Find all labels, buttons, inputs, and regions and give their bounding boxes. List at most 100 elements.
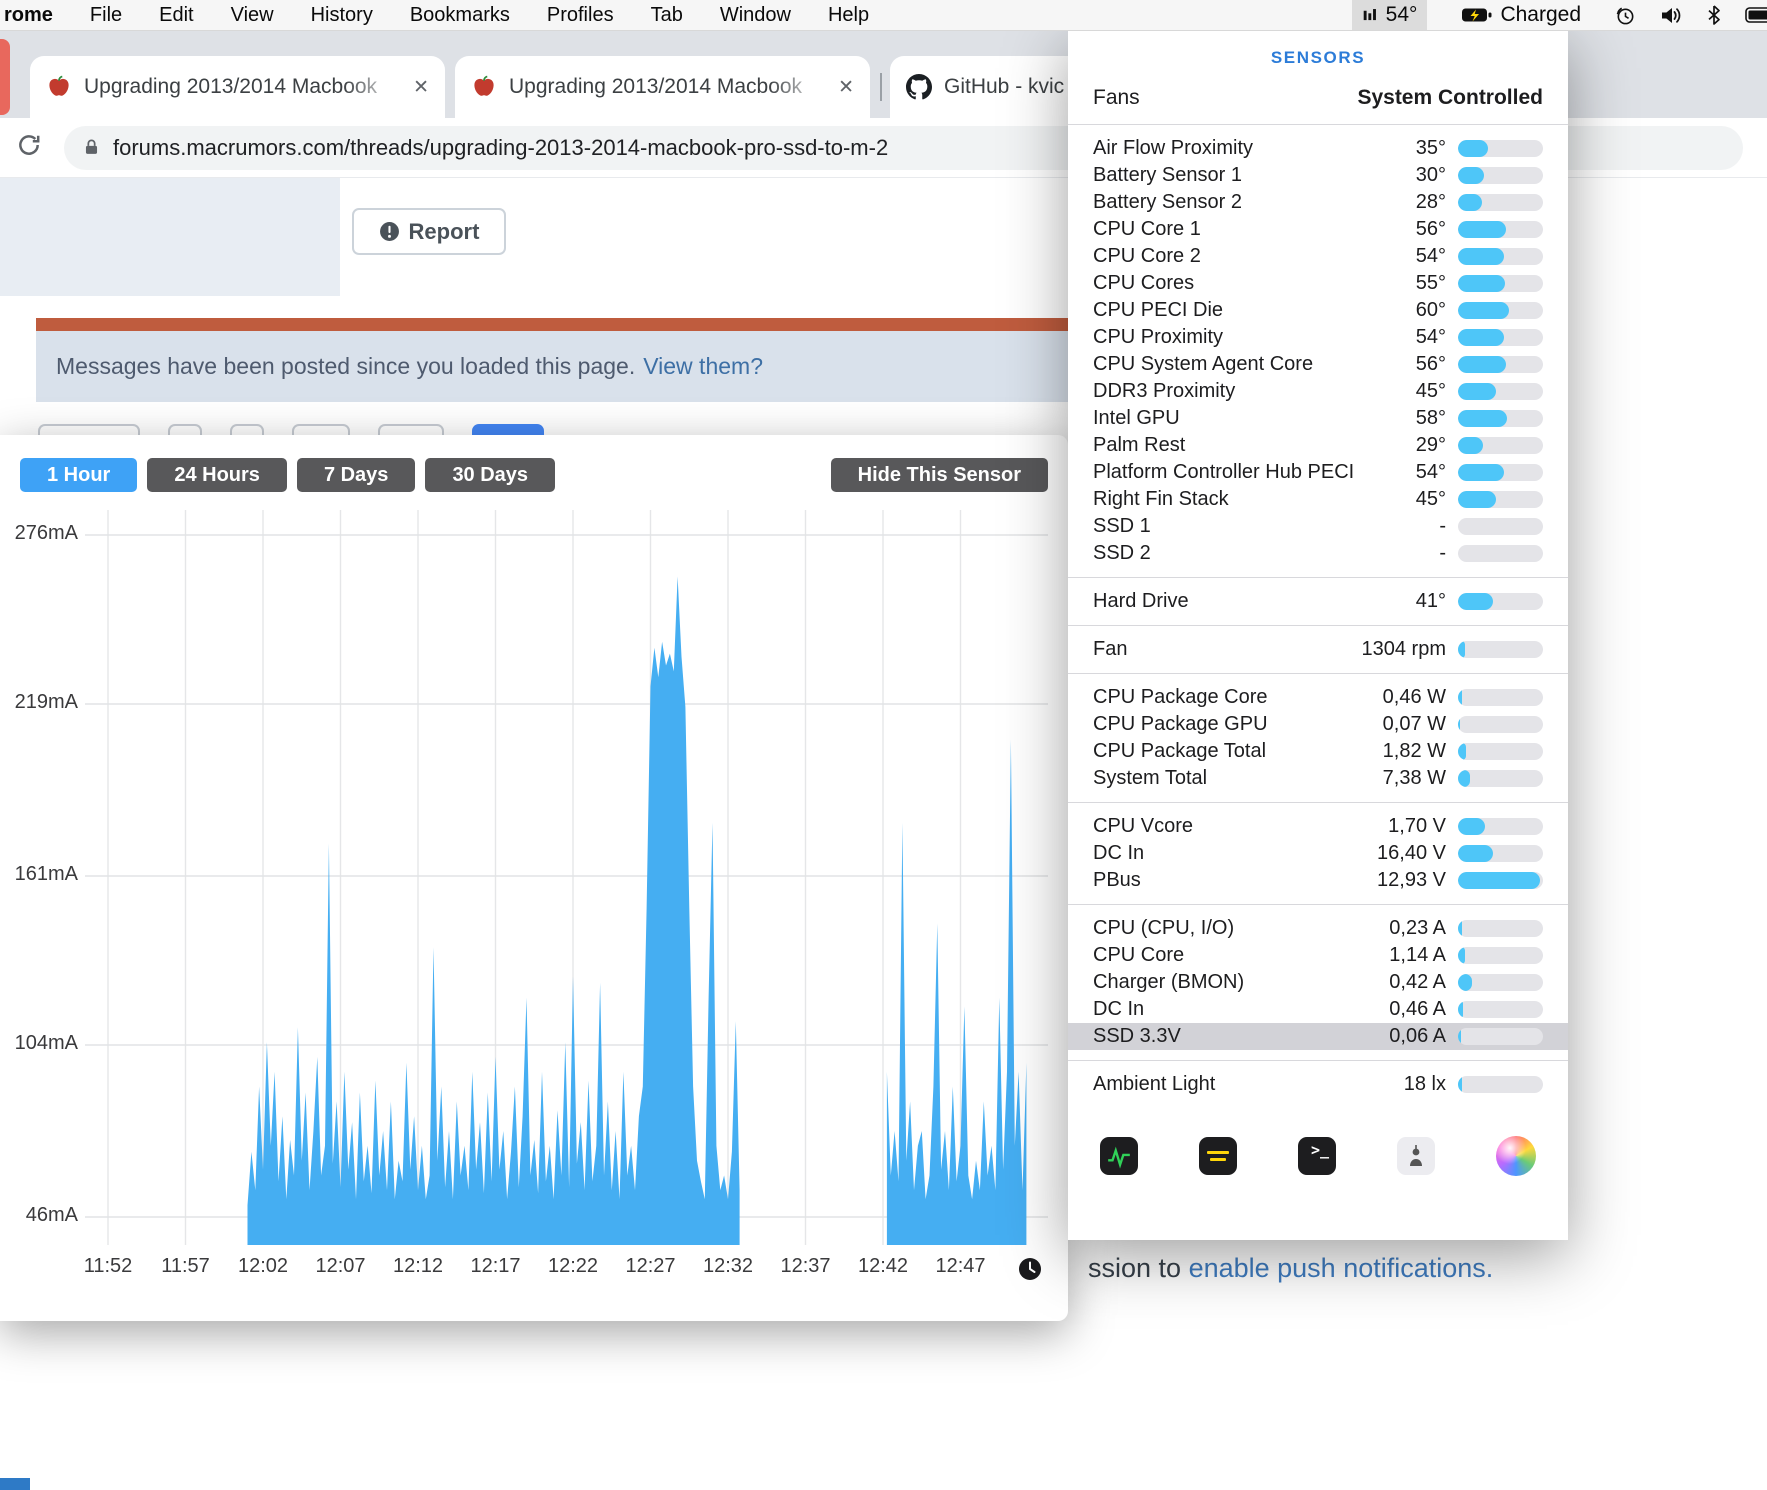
report-button[interactable]: Report bbox=[352, 208, 506, 255]
y-tick-label: 276mA bbox=[14, 522, 78, 544]
view-them-link[interactable]: View them? bbox=[643, 353, 763, 380]
sensor-row-cpu-proximity[interactable]: CPU Proximity 54° bbox=[1068, 324, 1568, 351]
sensor-row-dc-in[interactable]: DC In 16,40 V bbox=[1068, 840, 1568, 867]
battery-status-menu[interactable]: Charged bbox=[1451, 0, 1591, 30]
menu-edit[interactable]: Edit bbox=[159, 4, 193, 27]
bluetooth-icon[interactable] bbox=[1707, 5, 1721, 25]
menu-profiles[interactable]: Profiles bbox=[547, 4, 614, 27]
menu-view[interactable]: View bbox=[231, 4, 274, 27]
lock-icon bbox=[82, 138, 101, 157]
istat-activity-icon[interactable] bbox=[1100, 1137, 1138, 1175]
menu-bookmarks[interactable]: Bookmarks bbox=[410, 4, 510, 27]
terminal-icon[interactable]: >_ bbox=[1298, 1137, 1336, 1175]
sensor-gauge-fill bbox=[1458, 221, 1506, 238]
sensor-gauge bbox=[1458, 437, 1543, 454]
sensor-row-ddr3-proximity[interactable]: DDR3 Proximity 45° bbox=[1068, 378, 1568, 405]
sensor-row-air-flow-proximity[interactable]: Air Flow Proximity 35° bbox=[1068, 135, 1568, 162]
sensor-gauge-fill bbox=[1458, 716, 1460, 733]
sensor-row-cpu-package-total[interactable]: CPU Package Total 1,82 W bbox=[1068, 738, 1568, 765]
sensor-gauge bbox=[1458, 947, 1543, 964]
menubar-battery-label: Charged bbox=[1500, 3, 1581, 26]
sensor-value: 0,23 A bbox=[1389, 917, 1446, 939]
new-messages-notice: Messages have been posted since you load… bbox=[36, 331, 1068, 402]
sensor-row-intel-gpu[interactable]: Intel GPU 58° bbox=[1068, 405, 1568, 432]
enable-push-notifications-link[interactable]: enable push notifications. bbox=[1189, 1253, 1494, 1283]
sensor-label: CPU System Agent Core bbox=[1093, 353, 1314, 375]
sensor-row-ssd-3-3v[interactable]: SSD 3.3V 0,06 A bbox=[1068, 1023, 1568, 1050]
sensor-row-fan[interactable]: Fan 1304 rpm bbox=[1068, 636, 1568, 663]
sensor-row-dc-in[interactable]: DC In 0,46 A bbox=[1068, 996, 1568, 1023]
tab-divider bbox=[880, 73, 882, 101]
sensor-row-palm-rest[interactable]: Palm Rest 29° bbox=[1068, 432, 1568, 459]
sensor-value: 0,46 A bbox=[1389, 998, 1446, 1020]
clock-icon[interactable] bbox=[1018, 1257, 1042, 1281]
menu-help[interactable]: Help bbox=[828, 4, 869, 27]
sensor-row-cpu-core-2[interactable]: CPU Core 2 54° bbox=[1068, 243, 1568, 270]
sensor-row-cpu-peci-die[interactable]: CPU PECI Die 60° bbox=[1068, 297, 1568, 324]
sensor-row-battery-sensor-1[interactable]: Battery Sensor 1 30° bbox=[1068, 162, 1568, 189]
tab-strip: Upgrading 2013/2014 Macbook ✕ Upgrading 20… bbox=[30, 56, 1190, 118]
battery-icon[interactable] bbox=[1745, 6, 1767, 24]
sensor-row-pbus[interactable]: PBus 12,93 V bbox=[1068, 867, 1568, 894]
tab-close-icon[interactable]: ✕ bbox=[413, 76, 429, 99]
url-text: forums.macrumors.com/threads/upgrading-2… bbox=[113, 134, 889, 160]
app-menu-name[interactable]: rome bbox=[4, 4, 53, 27]
sensor-row-cpu-core[interactable]: CPU Core 1,14 A bbox=[1068, 942, 1568, 969]
window-close-button[interactable] bbox=[0, 39, 10, 115]
sensor-row-right-fin-stack[interactable]: Right Fin Stack 45° bbox=[1068, 486, 1568, 513]
menu-history[interactable]: History bbox=[311, 4, 373, 27]
istat-temperature-menu[interactable]: 54° bbox=[1351, 0, 1428, 30]
sensor-row-cpu-package-core[interactable]: CPU Package Core 0,46 W bbox=[1068, 684, 1568, 711]
menu-file[interactable]: File bbox=[90, 4, 122, 27]
sensor-row-cpu-system-agent-core[interactable]: CPU System Agent Core 56° bbox=[1068, 351, 1568, 378]
tab-title: Upgrading 2013/2014 Macbook bbox=[84, 75, 378, 98]
sensor-row-charger-bmon[interactable]: Charger (BMON) 0,42 A bbox=[1068, 969, 1568, 996]
sensor-row-cpu-core-1[interactable]: CPU Core 1 56° bbox=[1068, 216, 1568, 243]
sensor-gauge-fill bbox=[1458, 1028, 1462, 1045]
browser-tab-2[interactable]: Upgrading 2013/2014 Macbook ✕ bbox=[455, 56, 870, 118]
sensor-row-cpu-package-gpu[interactable]: CPU Package GPU 0,07 W bbox=[1068, 711, 1568, 738]
sensor-gauge-fill bbox=[1458, 383, 1497, 400]
sensor-row-hard-drive[interactable]: Hard Drive 41° bbox=[1068, 588, 1568, 615]
menubar-status-area: 54° Charged bbox=[1351, 0, 1767, 30]
sensor-row-system-total[interactable]: System Total 7,38 W bbox=[1068, 765, 1568, 792]
sensor-gauge bbox=[1458, 716, 1543, 733]
sensor-row-platform-controller-hub-peci[interactable]: Platform Controller Hub PECI 54° bbox=[1068, 459, 1568, 486]
sensor-row-battery-sensor-2[interactable]: Battery Sensor 2 28° bbox=[1068, 189, 1568, 216]
browser-tab-1[interactable]: Upgrading 2013/2014 Macbook ✕ bbox=[30, 56, 445, 118]
reload-icon[interactable] bbox=[16, 132, 42, 163]
sensor-value: 54° bbox=[1415, 461, 1446, 483]
color-sphere-icon[interactable] bbox=[1496, 1136, 1536, 1176]
sensor-row-cpu-cores[interactable]: CPU Cores 55° bbox=[1068, 270, 1568, 297]
sensor-row-ssd-2[interactable]: SSD 2 - bbox=[1068, 540, 1568, 567]
robot-figure-icon[interactable] bbox=[1397, 1137, 1435, 1175]
menu-tab[interactable]: Tab bbox=[651, 4, 683, 27]
sensor-gauge bbox=[1458, 743, 1543, 760]
console-warning-icon[interactable] bbox=[1199, 1137, 1237, 1175]
sensor-row-ambient-light[interactable]: Ambient Light 18 lx bbox=[1068, 1071, 1568, 1098]
sensor-label: Right Fin Stack bbox=[1093, 488, 1229, 510]
sensor-label: Fan bbox=[1093, 638, 1128, 660]
sensor-row-ssd-1[interactable]: SSD 1 - bbox=[1068, 513, 1568, 540]
tab-close-icon[interactable]: ✕ bbox=[838, 76, 854, 99]
menubar-temperature: 54° bbox=[1385, 3, 1418, 26]
sensor-group: CPU Vcore 1,70 V DC In 16,40 V PBus 12,93 V bbox=[1068, 802, 1568, 904]
x-tick-label: 12:22 bbox=[547, 1255, 599, 1277]
sensor-gauge bbox=[1458, 464, 1543, 481]
sensor-value: 60° bbox=[1415, 299, 1446, 321]
sensors-panel: SENSORS Fans System Controlled Air Flow … bbox=[1068, 31, 1568, 1240]
sensor-row-cpu-cpu-i-o[interactable]: CPU (CPU, I/O) 0,23 A bbox=[1068, 915, 1568, 942]
x-tick-label: 12:47 bbox=[935, 1255, 986, 1277]
sensor-gauge-fill bbox=[1458, 194, 1482, 211]
menu-window[interactable]: Window bbox=[720, 4, 791, 27]
sensor-group: CPU (CPU, I/O) 0,23 A CPU Core 1,14 A Charge… bbox=[1068, 904, 1568, 1060]
volume-icon[interactable] bbox=[1660, 6, 1683, 25]
sensor-gauge-fill bbox=[1458, 845, 1493, 862]
sensor-label: SSD 3.3V bbox=[1093, 1025, 1181, 1047]
sensor-gauge-fill bbox=[1458, 329, 1504, 346]
fans-row[interactable]: Fans System Controlled bbox=[1068, 80, 1568, 124]
x-tick-label: 12:07 bbox=[315, 1255, 366, 1277]
sensor-row-cpu-vcore[interactable]: CPU Vcore 1,70 V bbox=[1068, 813, 1568, 840]
sensor-gauge bbox=[1458, 1001, 1543, 1018]
time-machine-icon[interactable] bbox=[1615, 5, 1636, 26]
